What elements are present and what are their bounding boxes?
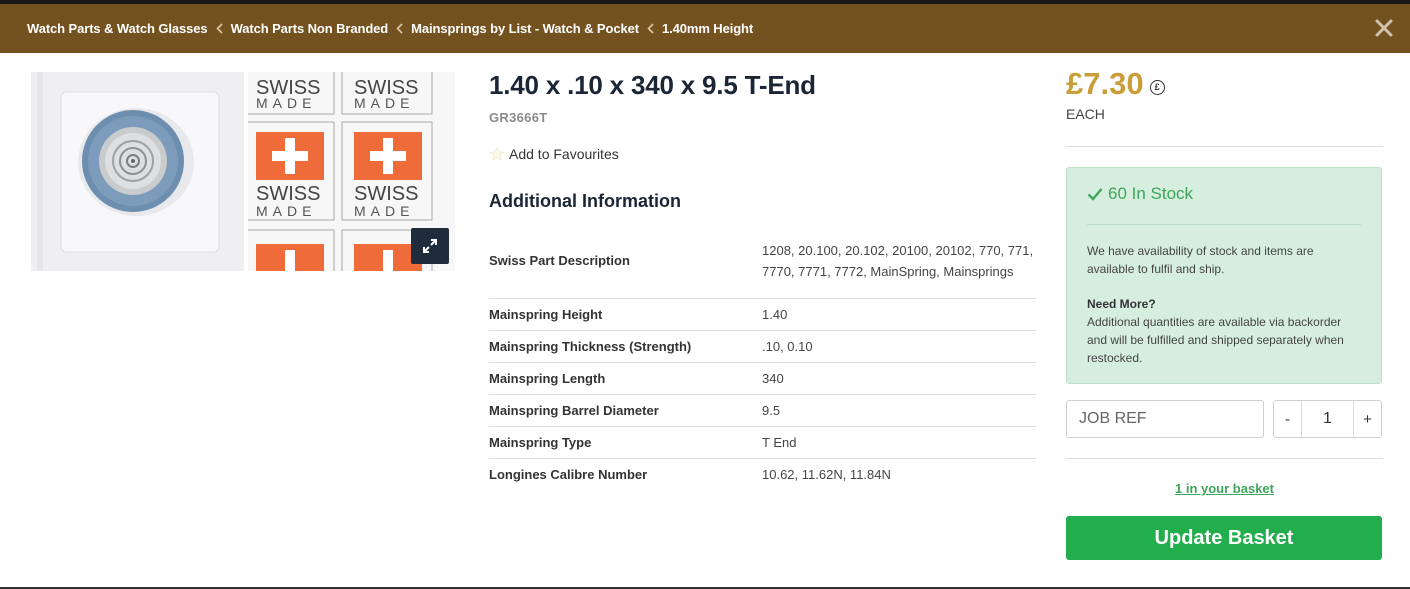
- product-sku: GR3666T: [489, 110, 548, 125]
- stock-count: 60 In Stock: [1108, 184, 1194, 203]
- basket-link[interactable]: 1 in your basket: [1066, 481, 1383, 496]
- check-icon: [1087, 188, 1103, 201]
- table-row: Mainspring Type T End: [489, 426, 1036, 458]
- price: £7.30 £: [1066, 66, 1165, 102]
- spec-value: T End: [762, 434, 797, 450]
- spec-value: 1208, 20.100, 20.102, 20100, 20102, 770,…: [762, 242, 1034, 279]
- table-row: Longines Calibre Number 10.62, 11.62N, 1…: [489, 458, 1036, 490]
- expand-icon[interactable]: [411, 228, 449, 264]
- breadcrumb-item-watch-parts[interactable]: Watch Parts & Watch Glasses: [27, 21, 208, 36]
- product-image-gallery: SWISS SWISS SWISS SWISS MADE MADE MADE M…: [31, 72, 455, 271]
- spec-value: 10.62, 11.62N, 11.84N: [762, 466, 891, 482]
- table-row: Mainspring Thickness (Strength) .10, 0.1…: [489, 330, 1036, 362]
- spec-value: 340: [762, 370, 784, 386]
- svg-text:MADE: MADE: [354, 203, 414, 219]
- breadcrumb: Watch Parts & Watch Glasses Watch Parts …: [27, 21, 753, 37]
- svg-text:SWISS: SWISS: [354, 183, 418, 205]
- spec-value: .10, 0.10: [762, 338, 813, 354]
- quantity-stepper: - 1 +: [1273, 400, 1382, 438]
- spec-table: Swiss Part Description 1208, 20.100, 20.…: [489, 224, 1036, 490]
- divider: [1066, 146, 1383, 147]
- currency-icon[interactable]: £: [1149, 79, 1165, 95]
- svg-text:SWISS: SWISS: [256, 183, 320, 205]
- breadcrumb-item-mainsprings[interactable]: Mainsprings by List - Watch & Pocket: [411, 21, 639, 36]
- breadcrumb-bar: Watch Parts & Watch Glasses Watch Parts …: [0, 4, 1410, 53]
- breadcrumb-item-non-branded[interactable]: Watch Parts Non Branded: [231, 21, 389, 36]
- stock-status: 60 In Stock: [1087, 184, 1361, 204]
- spec-key: Mainspring Barrel Diameter: [489, 402, 659, 418]
- chevron-left-icon: [215, 21, 223, 37]
- spec-value: 9.5: [762, 402, 781, 418]
- spec-key: Mainspring Height: [489, 306, 603, 322]
- table-row: Swiss Part Description 1208, 20.100, 20.…: [489, 224, 1036, 298]
- favourites-label: Add to Favourites: [509, 146, 619, 162]
- product-title: 1.40 x .10 x 340 x 9.5 T-End: [489, 70, 816, 100]
- spec-value: 1.40: [762, 306, 788, 322]
- breadcrumb-item-current: 1.40mm Height: [661, 21, 754, 36]
- table-row: Mainspring Length 340: [489, 362, 1036, 394]
- job-ref-input[interactable]: [1066, 400, 1264, 438]
- spec-key: Mainspring Type: [489, 434, 592, 450]
- price-unit: EACH: [1066, 106, 1105, 122]
- chevron-left-icon: [396, 21, 403, 37]
- additional-info-heading: Additional Information: [489, 191, 681, 211]
- need-more-text: Additional quantities are available via …: [1087, 315, 1344, 365]
- update-basket-button[interactable]: Update Basket: [1066, 516, 1382, 560]
- availability-text: We have availability of stock and items …: [1087, 244, 1314, 276]
- qty-increment-button[interactable]: +: [1354, 401, 1381, 437]
- svg-text:MADE: MADE: [256, 203, 316, 219]
- close-icon[interactable]: [1374, 18, 1394, 38]
- divider: [1087, 224, 1361, 225]
- add-to-favourites-link[interactable]: Add to Favourites: [489, 146, 619, 162]
- spec-key: Longines Calibre Number: [489, 466, 648, 482]
- price-value: £7.30: [1066, 66, 1144, 101]
- qty-decrement-button[interactable]: -: [1274, 401, 1301, 437]
- divider: [1066, 458, 1383, 459]
- svg-text:MADE: MADE: [354, 95, 414, 111]
- stock-panel: 60 In Stock We have availability of stoc…: [1066, 167, 1382, 384]
- table-row: Mainspring Barrel Diameter 9.5: [489, 394, 1036, 426]
- spec-key: Swiss Part Description: [489, 253, 630, 269]
- table-row: Mainspring Height 1.40: [489, 298, 1036, 330]
- svg-text:MADE: MADE: [256, 95, 316, 111]
- chevron-left-icon: [647, 21, 654, 37]
- need-more-title: Need More?: [1087, 297, 1156, 311]
- spec-key: Mainspring Length: [489, 370, 606, 386]
- spec-key: Mainspring Thickness (Strength): [489, 338, 692, 354]
- product-photo: [31, 72, 244, 271]
- star-icon: [489, 146, 505, 161]
- qty-value[interactable]: 1: [1301, 401, 1354, 437]
